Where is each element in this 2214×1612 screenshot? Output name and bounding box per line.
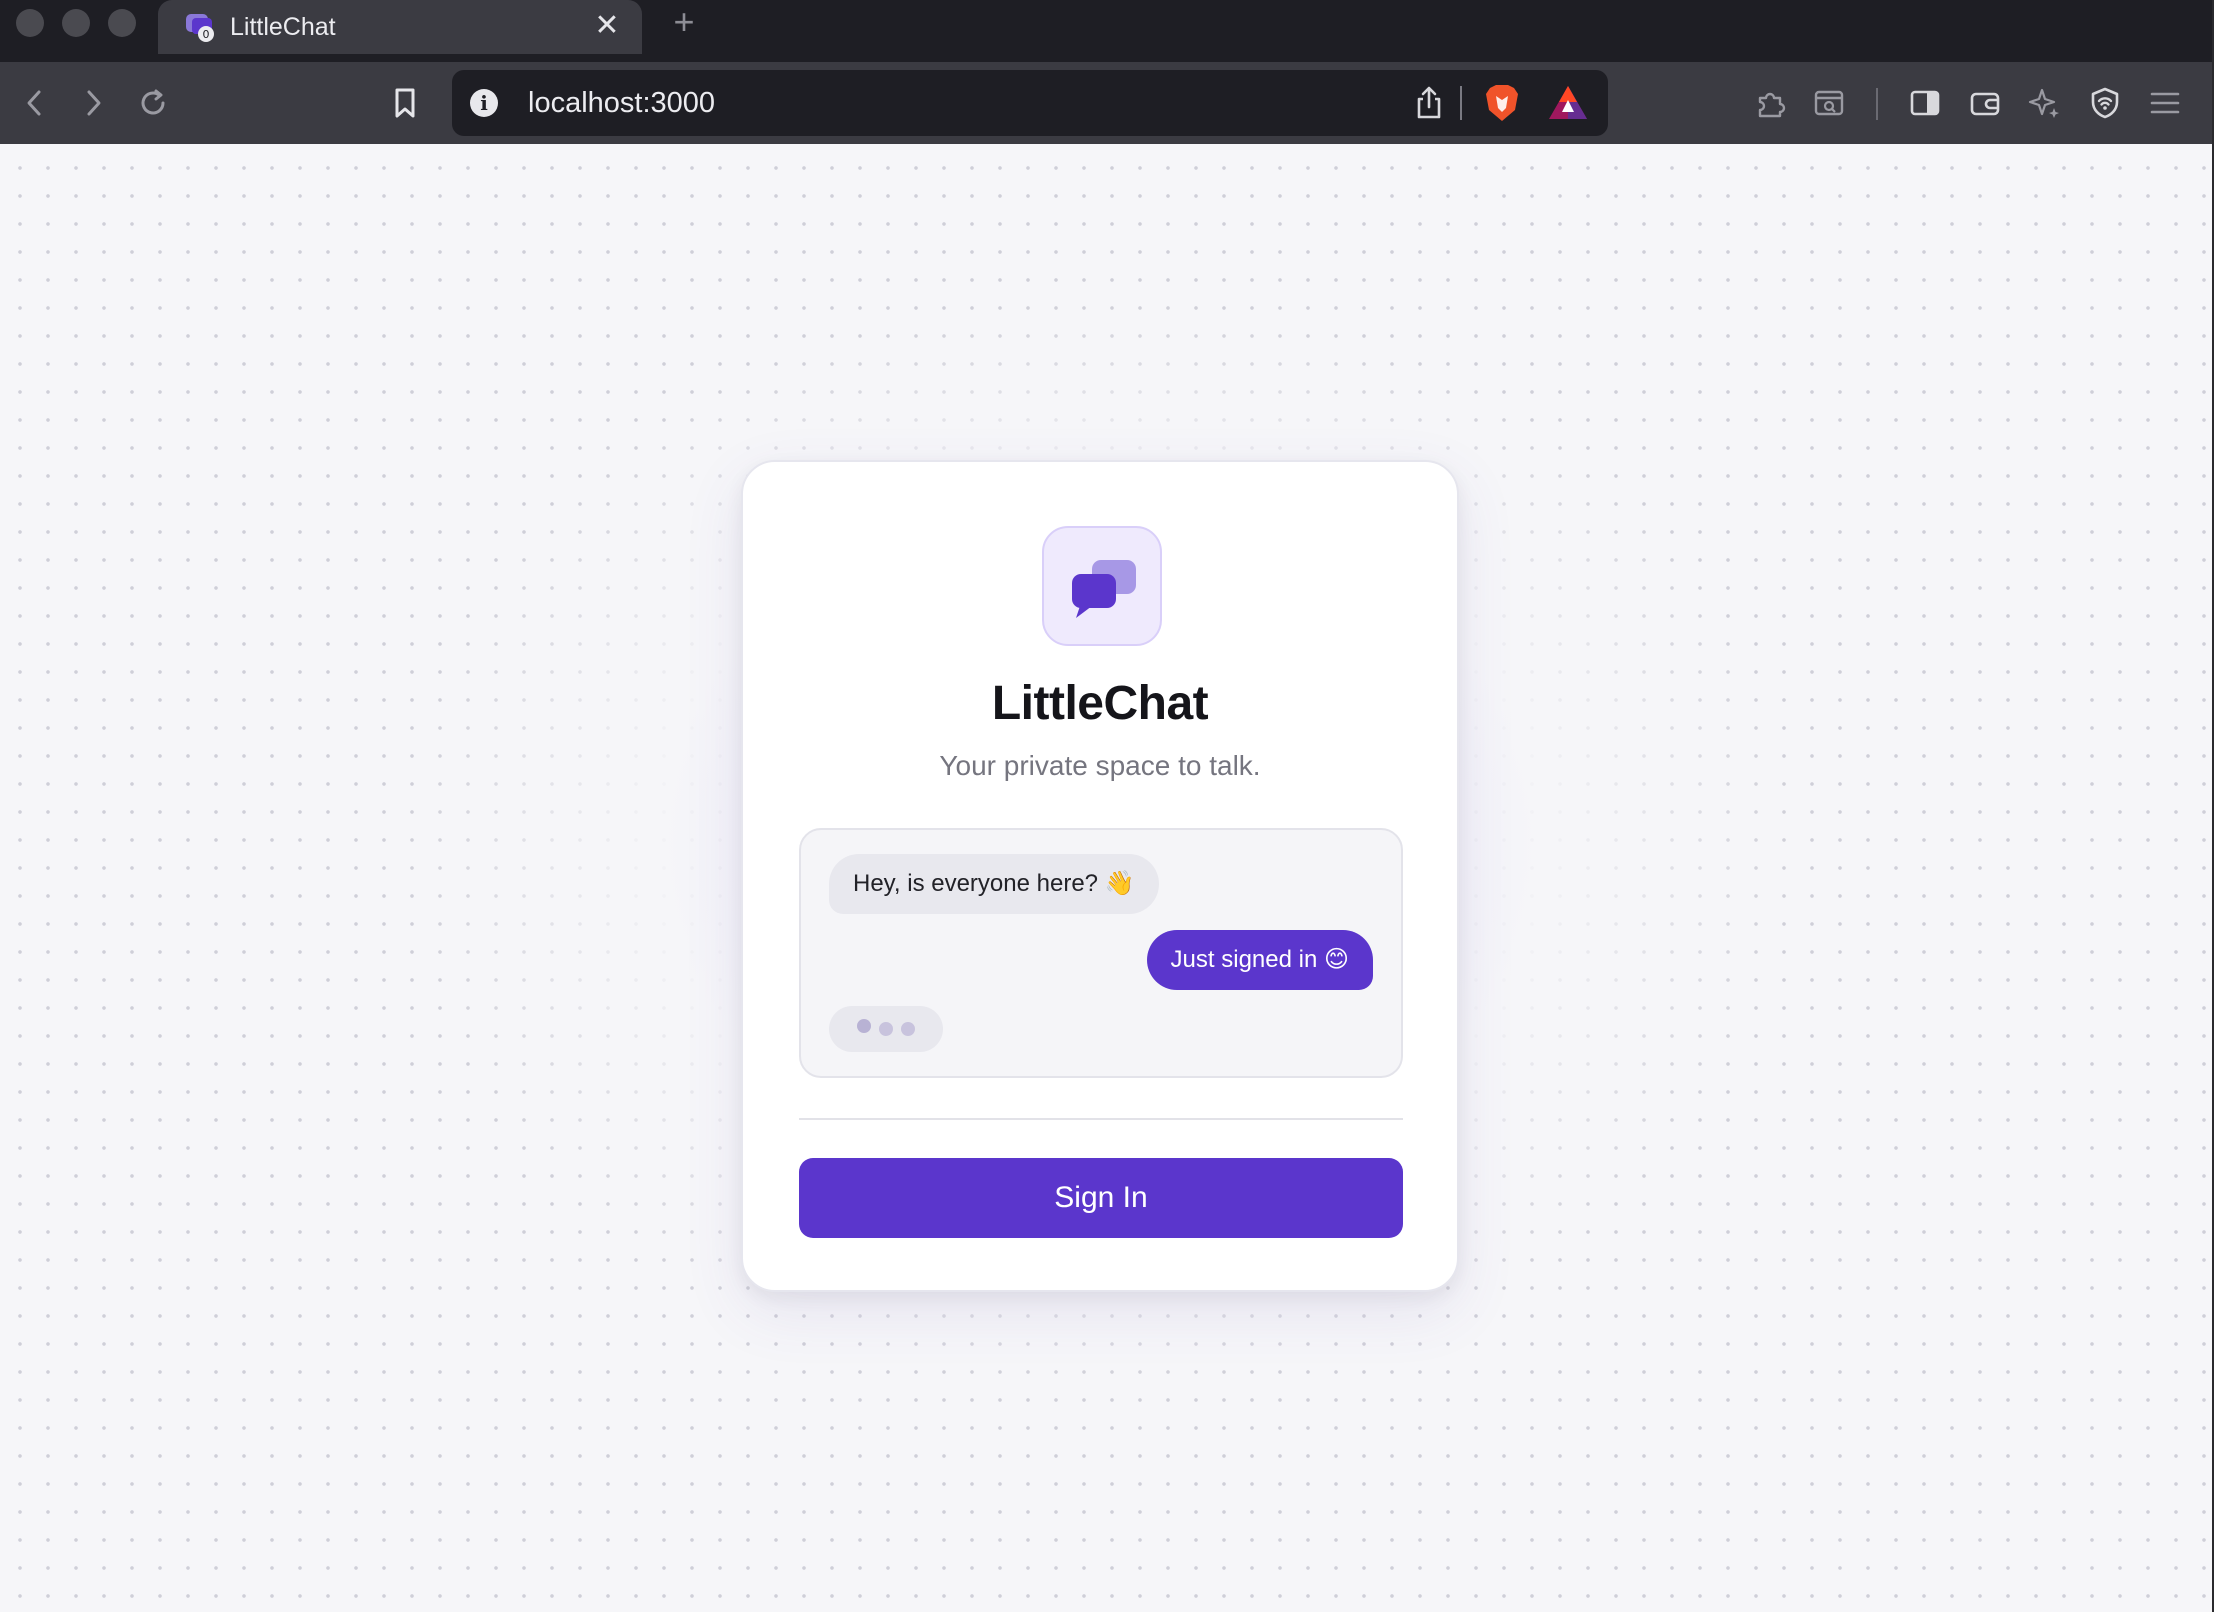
- chat-preview: Hey, is everyone here? 👋 Just signed in …: [799, 828, 1403, 1078]
- page-content: LittleChat Your private space to talk. H…: [0, 144, 2212, 1612]
- tab-strip: 0 LittleChat ✕ +: [0, 0, 2212, 62]
- toolbar-divider: [1876, 88, 1878, 120]
- typing-dot: [857, 1019, 871, 1033]
- address-bar[interactable]: i localhost:3000: [452, 70, 1608, 136]
- leo-ai-icon[interactable]: [2022, 80, 2068, 126]
- incoming-message-bubble: Hey, is everyone here? 👋: [829, 854, 1159, 914]
- app-subtitle: Your private space to talk.: [939, 750, 1261, 781]
- login-card: LittleChat Your private space to talk. H…: [741, 460, 1459, 1292]
- chat-bubbles-icon: [1072, 560, 1136, 618]
- littlechat-favicon-icon: 0: [184, 10, 218, 44]
- sidebar-icon[interactable]: [1902, 80, 1948, 126]
- tab-littlechat[interactable]: 0 LittleChat ✕: [158, 0, 642, 54]
- bookmark-icon[interactable]: [382, 80, 428, 126]
- vpn-icon[interactable]: [2082, 80, 2128, 126]
- app-logo: [1042, 526, 1162, 646]
- share-icon[interactable]: [1410, 84, 1448, 122]
- url-divider: [1460, 86, 1462, 120]
- reader-icon[interactable]: [1806, 80, 1852, 126]
- app-title: LittleChat: [991, 677, 1209, 730]
- extensions-icon[interactable]: [1748, 80, 1794, 126]
- card-divider: [799, 1118, 1403, 1120]
- reload-icon[interactable]: [130, 80, 176, 126]
- url-text[interactable]: localhost:3000: [528, 84, 715, 122]
- bat-triangle-icon[interactable]: [1546, 82, 1590, 124]
- plus-icon[interactable]: +: [666, 4, 702, 40]
- sign-in-button[interactable]: Sign In: [799, 1158, 1403, 1238]
- typing-dot: [879, 1022, 893, 1036]
- typing-dot: [901, 1022, 915, 1036]
- zoom-window-button[interactable]: [108, 9, 136, 37]
- tab-badge: 0: [203, 28, 210, 41]
- browser-window: 0 LittleChat ✕ + i localhost:3000 Little…: [0, 0, 2212, 1612]
- browser-toolbar: i localhost:3000: [0, 62, 2212, 144]
- chevron-left-icon[interactable]: [12, 80, 58, 126]
- tab-title: LittleChat: [230, 13, 336, 41]
- close-icon[interactable]: ✕: [590, 9, 624, 43]
- outgoing-message-bubble: Just signed in 😊: [1146, 930, 1373, 990]
- chevron-right-icon[interactable]: [70, 80, 116, 126]
- typing-indicator: [829, 1006, 943, 1052]
- wallet-icon[interactable]: [1962, 80, 2008, 126]
- site-info-icon[interactable]: i: [470, 89, 498, 117]
- brave-lion-icon[interactable]: [1482, 82, 1522, 124]
- minimize-window-button[interactable]: [62, 9, 90, 37]
- close-window-button[interactable]: [16, 9, 44, 37]
- menu-icon[interactable]: [2142, 80, 2188, 126]
